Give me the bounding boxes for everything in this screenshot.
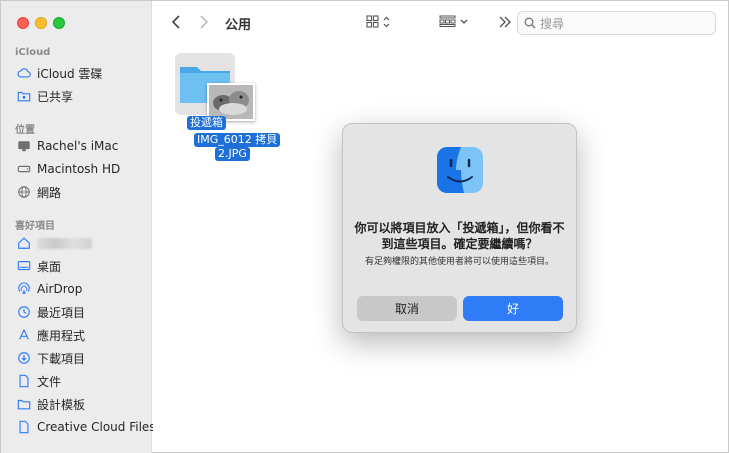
sidebar-item-desktop[interactable]: 桌面 — [11, 255, 146, 277]
search-icon — [524, 17, 536, 29]
sidebar-item-label: 桌面 — [37, 259, 62, 274]
sidebar-item-documents[interactable]: 文件 — [11, 370, 146, 392]
file-name-label-line2[interactable]: 2.JPG — [215, 147, 250, 161]
toolbar-overflow-button[interactable] — [498, 13, 512, 31]
finder-icon — [436, 146, 484, 194]
sidebar-item-label: iCloud 雲碟 — [37, 66, 103, 81]
chevron-left-icon — [171, 15, 180, 29]
download-icon — [17, 351, 31, 365]
folder-icon — [17, 397, 31, 411]
file-name-label-line1[interactable]: IMG_6012 拷貝 — [194, 133, 281, 147]
clock-icon — [17, 305, 31, 319]
window-title: 公用 — [225, 18, 252, 33]
sidebar-item-network[interactable]: 網路 — [11, 181, 146, 203]
sidebar-item-creative-cloud-files[interactable]: Creative Cloud Files — [11, 416, 156, 438]
sidebar-item-applications[interactable]: 應用程式 — [11, 324, 146, 346]
home-icon — [17, 236, 31, 250]
disk-icon — [17, 162, 31, 176]
document-icon — [17, 420, 31, 434]
sidebar-item-label: AirDrop — [37, 282, 83, 296]
sidebar-item-home[interactable] — [11, 232, 146, 254]
sidebar-section-favorites: 喜好項目 — [15, 221, 55, 232]
finder-window: iCloud iCloud 雲碟 已共享 位置 Rachel's iMac Ma… — [0, 0, 729, 453]
icon-grid-icon — [366, 15, 390, 28]
sidebar-item-label: 已共享 — [37, 89, 74, 104]
sidebar-item-label: 最近項目 — [37, 305, 86, 320]
group-by-button[interactable] — [439, 13, 471, 31]
minimize-window-button[interactable] — [35, 17, 47, 29]
sidebar-item-label: Creative Cloud Files — [37, 420, 156, 434]
sidebar-item-label: 網路 — [37, 185, 62, 200]
sidebar-item-recents[interactable]: 最近項目 — [11, 301, 146, 323]
airdrop-icon — [17, 282, 31, 296]
confirmation-dialog: 你可以將項目放入「投遞箱」，但你看不到這些項目。確定要繼續嗎？ 有足夠權限的其他… — [342, 123, 577, 333]
toolbar: 公用 搜尋 — [153, 1, 728, 43]
cat-photo-icon — [209, 85, 253, 119]
apps-icon — [17, 328, 31, 342]
search-field[interactable]: 搜尋 — [517, 11, 716, 35]
shared-folder-icon — [17, 89, 31, 103]
sidebar-item-macintosh-hd[interactable]: Macintosh HD — [11, 158, 146, 180]
desktop-icon — [17, 259, 31, 273]
dialog-title: 你可以將項目放入「投遞箱」，但你看不到這些項目。確定要繼續嗎？ — [354, 221, 565, 251]
network-icon — [17, 185, 31, 199]
dialog-message: 有足夠權限的其他使用者將可以使用這些項目。 — [364, 257, 554, 267]
group-grid-icon — [439, 15, 468, 27]
cloud-icon — [17, 66, 31, 80]
sidebar-item-label: 應用程式 — [37, 328, 86, 343]
sidebar-item-design-templates[interactable]: 設計模板 — [11, 393, 146, 415]
sidebar-item-downloads[interactable]: 下載項目 — [11, 347, 146, 369]
back-button[interactable] — [167, 13, 185, 31]
sidebar-item-label: Macintosh HD — [37, 162, 121, 176]
document-icon — [17, 374, 31, 388]
sidebar-item-airdrop[interactable]: AirDrop — [11, 278, 146, 300]
cancel-button[interactable]: 取消 — [357, 296, 457, 321]
folder-name-label[interactable]: 投遞箱 — [187, 116, 226, 130]
sidebar-item-label: Rachel's iMac — [37, 139, 119, 153]
zoom-window-button[interactable] — [53, 17, 65, 29]
sidebar-item-label — [37, 237, 92, 249]
forward-button[interactable] — [195, 13, 213, 31]
sidebar-item-label: 文件 — [37, 374, 62, 389]
imac-icon — [17, 139, 31, 153]
sidebar-item-label: 下載項目 — [37, 351, 86, 366]
view-mode-button[interactable] — [366, 13, 394, 31]
sidebar: iCloud iCloud 雲碟 已共享 位置 Rachel's iMac Ma… — [1, 1, 156, 453]
chevron-right-icon — [200, 15, 209, 29]
double-chevron-right-icon — [499, 16, 511, 28]
sidebar-item-shared[interactable]: 已共享 — [11, 85, 146, 107]
sidebar-section-locations: 位置 — [15, 125, 35, 136]
sidebar-item-icloud-drive[interactable]: iCloud 雲碟 — [11, 62, 146, 84]
search-placeholder: 搜尋 — [540, 16, 565, 31]
sidebar-item-label: 設計模板 — [37, 397, 86, 412]
sidebar-item-imac[interactable]: Rachel's iMac — [11, 135, 146, 157]
close-window-button[interactable] — [17, 17, 29, 29]
ok-button[interactable]: 好 — [463, 296, 563, 321]
sidebar-section-icloud: iCloud — [15, 47, 51, 58]
